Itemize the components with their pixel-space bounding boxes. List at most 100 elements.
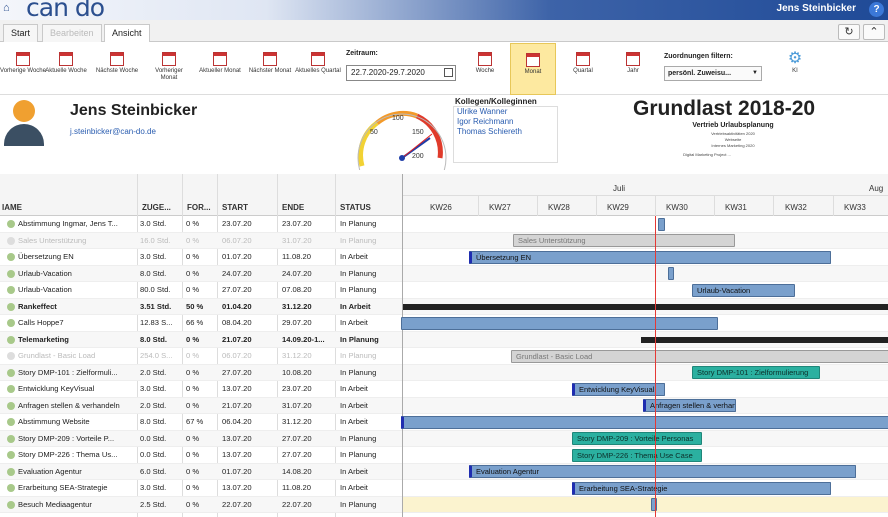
table-row[interactable]: Erarbeitung SEA-Strategie 3.0 Std. 0 % 13.0…: [0, 480, 402, 497]
kollege-item[interactable]: Ulrike Wanner: [454, 107, 557, 117]
tab-start[interactable]: Start: [3, 24, 39, 42]
cell-zuge: 3.0 Std.: [140, 384, 167, 393]
workload-gauge: 50 100 150 200: [357, 110, 447, 170]
status-dot-icon: [7, 352, 15, 360]
cell-for: 0 %: [186, 400, 200, 410]
cell-zuge: 2.5 Std.: [140, 499, 167, 509]
view-month-button[interactable]: Monat: [510, 43, 556, 95]
status-dot-icon: [7, 302, 15, 311]
table-row[interactable]: Telemarketing 8.0 Std. 0 % 21.07.20 14.09.20…: [0, 331, 402, 348]
table-row[interactable]: Urlaub-Vacation 80.0 Std. 0 % 27.07.20 07.08…: [0, 282, 402, 299]
next-month-button[interactable]: Nächster Monat: [247, 49, 293, 91]
cell-zuge: 6.0 Std.: [140, 466, 167, 476]
gantt-chart: Juli Aug KW26 KW27 KW28 KW29 KW30 KW31 KW32 KW3…: [401, 174, 888, 517]
help-icon[interactable]: ?: [869, 2, 884, 17]
home-icon[interactable]: ⌂: [3, 2, 10, 14]
cell-zuge: 3.51 Std.: [140, 301, 172, 311]
table-row[interactable]: Abstimmung Ingmar, Jens T... 3.0 Std. 0 % 2…: [0, 216, 402, 233]
gantt-bar[interactable]: Story DMP-226 : Thema Use Case: [572, 448, 702, 462]
gantt-bar[interactable]: Story DMP-101 : Zielformulierung: [692, 366, 820, 379]
gantt-bar[interactable]: Story DMP-209 : Vorteile Personas: [572, 432, 702, 445]
col-for[interactable]: FOR...: [187, 203, 211, 212]
profile-name: Jens Steinbicker: [70, 102, 198, 119]
cell-zuge: 2.0 Std.: [140, 367, 167, 377]
gantt-bar[interactable]: [658, 217, 665, 231]
gantt-bar[interactable]: Entwicklung KeyVisual: [572, 382, 665, 396]
tab-ansicht[interactable]: Ansicht: [104, 24, 150, 43]
table-row[interactable]: Story DMP-226 : Thema Us... 0.0 Std. 0 % 13…: [0, 447, 402, 464]
cell-ende: 10.08.20: [282, 367, 312, 377]
gantt-bar[interactable]: Erarbeitung SEA-Strategie: [572, 481, 831, 495]
table-row[interactable]: Besuch Mediaagentur 2.5 Std. 0 % 22.07.20 22…: [0, 496, 402, 513]
table-row[interactable]: Übersetzung EN 3.0 Std. 0 % 01.07.20 11.08.2…: [0, 249, 402, 266]
kollege-item[interactable]: Igor Reichmann: [454, 117, 557, 127]
gantt-bar[interactable]: Übersetzung EN: [469, 250, 831, 264]
table-row[interactable]: Rankeffect 3.51 Std. 50 % 01.04.20 31.12.20 I…: [0, 298, 402, 315]
gantt-bar[interactable]: [651, 498, 657, 511]
col-zuge[interactable]: ZUGE...: [142, 203, 171, 212]
gantt-bar[interactable]: Sales Unterstützung: [513, 234, 735, 247]
next-week-button[interactable]: Nächste Woche: [94, 49, 140, 91]
view-year-button[interactable]: Jahr: [610, 49, 656, 91]
ki-button[interactable]: ⚙ KI: [780, 50, 810, 74]
cell-name: Sales Unterstützung: [18, 235, 87, 245]
col-start[interactable]: START: [222, 203, 248, 212]
current-user[interactable]: Jens Steinbicker: [777, 3, 856, 14]
current-quarter-button[interactable]: Aktuelles Quartal: [295, 49, 341, 91]
summary-bar[interactable]: [641, 336, 888, 343]
cell-name: Evaluation Agentur: [18, 466, 82, 476]
table-row[interactable]: Urlaub-Vacation 8.0 Std. 0 % 24.07.20 24.07.…: [0, 265, 402, 282]
cell-zuge: 8.0 Std.: [140, 268, 167, 278]
calendar-picker-icon[interactable]: [444, 68, 453, 77]
cell-for: 0 %: [186, 351, 200, 360]
col-ende[interactable]: ENDE: [282, 203, 304, 212]
gantt-bar[interactable]: Anfragen stellen & verhandeln: [643, 399, 736, 412]
prev-week-button[interactable]: Vorherige Woche: [0, 49, 46, 91]
gantt-bar[interactable]: Grundlast - Basic Load: [511, 349, 888, 363]
col-status[interactable]: STATUS: [340, 203, 371, 212]
profile-email[interactable]: j.steinbicker@can-do.de: [70, 127, 156, 136]
current-week-button[interactable]: Aktuelle Woche: [43, 49, 89, 91]
status-dot-icon: [7, 385, 15, 393]
gantt-bar[interactable]: Evaluation Agentur: [469, 465, 856, 478]
gear-icon: ⚙: [787, 50, 803, 67]
table-row[interactable]: Calls Hoppe7 12.83 S... 66 % 08.04.20 29.07.…: [0, 315, 402, 332]
status-dot-icon: [7, 368, 15, 377]
chevron-down-icon: ▼: [752, 70, 758, 76]
gantt-bar[interactable]: [401, 316, 718, 330]
gantt-bar[interactable]: [668, 267, 674, 280]
table-row[interactable]: Evaluation Agentur 6.0 Std. 0 % 01.07.20 14.…: [0, 463, 402, 480]
table-row[interactable]: Abstimmung Website 8.0 Std. 67 % 06.04.20 31…: [0, 414, 402, 431]
cell-for: 0 %: [186, 268, 200, 278]
table-row[interactable]: Story DMP-209 : Vorteile P... 0.0 Std. 0 %…: [0, 430, 402, 447]
cell-start: 22.07.20: [222, 499, 252, 509]
project-line: Vertriebsaktivitäten 2020: [711, 131, 755, 136]
table-row[interactable]: Sales Unterstützung 16.0 Std. 0 % 06.07.20 3…: [0, 232, 402, 249]
avatar: [4, 100, 44, 146]
status-dot-icon: [7, 236, 15, 245]
cell-status: In Planung: [340, 367, 377, 377]
cell-start: 21.07.20: [222, 400, 252, 410]
kollege-item[interactable]: Thomas Schiereth: [454, 127, 557, 137]
status-dot-icon: [7, 418, 15, 426]
table-row[interactable]: Grundlast - Basic Load 254.0 S... 0 % 06.07…: [0, 348, 402, 365]
collapse-button[interactable]: ⌃: [863, 24, 885, 40]
view-week-button[interactable]: Woche: [462, 49, 508, 91]
gantt-bar[interactable]: Urlaub-Vacation: [692, 283, 795, 297]
prev-month-button[interactable]: Vorheriger Monat: [146, 49, 192, 91]
cell-name: Story DMP-226 : Thema Us...: [18, 450, 118, 459]
col-name[interactable]: IAME: [2, 203, 22, 212]
project-subtitle: Vertrieb Urlaubsplanung: [692, 122, 774, 129]
view-quarter-button[interactable]: Quartal: [560, 49, 606, 91]
refresh-button[interactable]: ↻: [838, 24, 860, 40]
table-row[interactable]: Anfragen stellen & verhandeln 2.0 Std. 0 %…: [0, 397, 402, 414]
zeitraum-input[interactable]: 22.7.2020-29.7.2020: [346, 65, 456, 81]
cell-ende: 11.08.20: [282, 252, 311, 261]
cell-for: 0 %: [186, 367, 200, 377]
gantt-bar[interactable]: [401, 415, 888, 429]
table-row[interactable]: Entwicklung KeyVisual 3.0 Std. 0 % 13.07.20…: [0, 381, 402, 398]
summary-bar[interactable]: [403, 303, 888, 310]
current-month-button[interactable]: Aktueller Monat: [197, 49, 243, 91]
filter-select[interactable]: persönl. Zuweisu... ▼: [664, 66, 762, 81]
table-row[interactable]: Story DMP-101 : Zielformuli... 2.0 Std. 0 …: [0, 364, 402, 381]
